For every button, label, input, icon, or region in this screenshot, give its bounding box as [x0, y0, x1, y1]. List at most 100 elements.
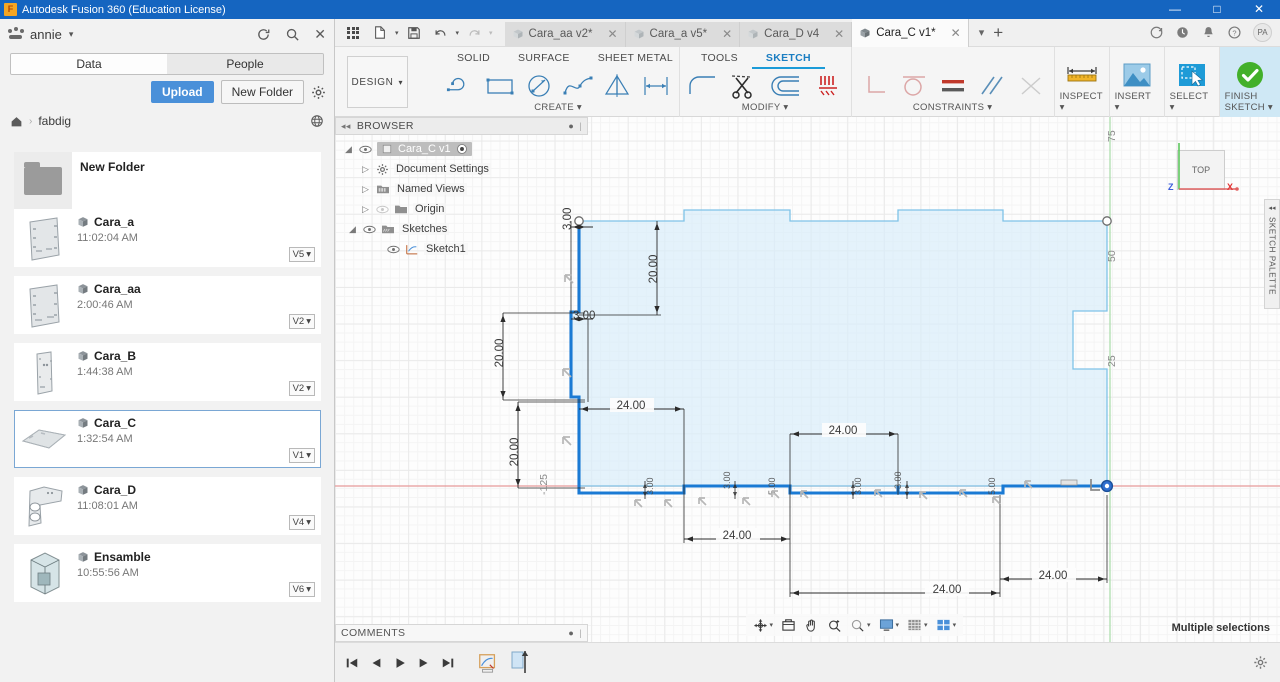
- browser-options-icon[interactable]: ●: [568, 121, 574, 131]
- comments-resize-handle[interactable]: |: [579, 628, 582, 638]
- ribbon-group-label-create[interactable]: CREATE ▾: [534, 102, 582, 117]
- tree-item-sketches[interactable]: ◢ Sketches: [339, 219, 588, 239]
- close-icon[interactable]: ✕: [941, 26, 961, 40]
- skip-start-icon[interactable]: [345, 656, 359, 670]
- tree-item-named-views[interactable]: ▷ Named Views: [339, 179, 588, 199]
- parallel-icon[interactable]: [974, 69, 1010, 103]
- hub-name[interactable]: annie: [30, 27, 62, 42]
- measure-icon[interactable]: [1060, 58, 1104, 92]
- navigation-bar[interactable]: ▾ ▾ ▾ ▾ ▾: [745, 614, 964, 636]
- list-item[interactable]: Cara_aa 2:00:46 AM V2 ▾: [14, 276, 321, 334]
- document-tab-active[interactable]: Cara_C v1* ✕: [852, 18, 969, 47]
- redo-caret[interactable]: ▾: [489, 29, 493, 37]
- project-icon[interactable]: [810, 69, 846, 103]
- display-settings-icon[interactable]: ▾: [876, 618, 903, 632]
- rectangle-icon[interactable]: [482, 69, 518, 103]
- design-workspace-button[interactable]: DESIGN ▾: [347, 56, 408, 108]
- expand-triangle-icon[interactable]: ▷: [360, 184, 371, 195]
- expand-triangle-icon[interactable]: ▷: [360, 204, 371, 215]
- trim-scissors-icon[interactable]: [724, 69, 760, 103]
- viewports-icon[interactable]: ▾: [933, 618, 960, 632]
- list-item[interactable]: Cara_B 1:44:38 AM V2 ▾: [14, 343, 321, 401]
- dimension-icon[interactable]: [638, 69, 674, 103]
- redo-icon[interactable]: [462, 21, 486, 45]
- expand-triangle-icon[interactable]: ◢: [347, 224, 358, 235]
- orbit-caret[interactable]: ▾: [770, 621, 774, 629]
- expand-triangle-icon[interactable]: ◢: [343, 144, 354, 155]
- browser-tree[interactable]: ◢ Cara_C v1 ▷ Document Settings ▷ Named …: [335, 135, 588, 259]
- sketch-palette-tab[interactable]: ◂◂ SKETCH PALETTE: [1264, 199, 1280, 309]
- list-item-new-folder[interactable]: New Folder: [14, 152, 321, 209]
- ribbon-group-finish-sketch[interactable]: FINISH SKETCH ▾: [1219, 47, 1280, 117]
- step-back-icon[interactable]: [369, 656, 383, 670]
- gear-icon[interactable]: [1253, 655, 1268, 670]
- file-caret[interactable]: ▾: [395, 29, 399, 37]
- file-icon[interactable]: [368, 21, 392, 45]
- select-cursor-icon[interactable]: [1170, 58, 1214, 92]
- close-icon[interactable]: ✕: [597, 27, 617, 41]
- refresh-icon[interactable]: [256, 27, 271, 42]
- zoom-window-caret[interactable]: ▾: [867, 621, 871, 629]
- ribbon-group-label-select[interactable]: SELECT ▾: [1170, 91, 1214, 117]
- version-badge[interactable]: V5 ▾: [288, 247, 315, 262]
- viewports-caret[interactable]: ▾: [953, 621, 957, 629]
- gear-icon[interactable]: [311, 85, 326, 100]
- view-cube[interactable]: TOP X Z: [1155, 137, 1255, 207]
- document-tab[interactable]: Cara_aa v2* ✕: [504, 21, 626, 47]
- visibility-eye-icon[interactable]: [387, 245, 400, 254]
- viewcube-home-icon[interactable]: [778, 618, 799, 632]
- maximize-button[interactable]: □: [1196, 0, 1238, 19]
- undo-icon[interactable]: [429, 21, 453, 45]
- search-icon[interactable]: [285, 27, 300, 42]
- undo-caret[interactable]: ▾: [456, 29, 460, 37]
- list-item[interactable]: Cara_a 11:02:04 AM V5 ▾: [14, 209, 321, 267]
- tree-item-document-settings[interactable]: ▷ Document Settings: [339, 159, 588, 179]
- tree-item-origin[interactable]: ▷ Origin: [339, 199, 588, 219]
- globe-icon[interactable]: [310, 114, 324, 128]
- visibility-eye-icon[interactable]: [359, 145, 372, 154]
- browser-resize-handle[interactable]: |: [579, 121, 582, 131]
- version-badge[interactable]: V1 ▾: [288, 448, 315, 463]
- tab-people[interactable]: People: [167, 54, 323, 74]
- step-forward-icon[interactable]: [417, 656, 431, 670]
- sketch-feature-icon[interactable]: [477, 652, 499, 674]
- offset-icon[interactable]: [763, 69, 807, 103]
- tree-item-sketch1[interactable]: Sketch1: [339, 239, 588, 259]
- version-badge[interactable]: V2 ▾: [288, 314, 315, 329]
- fillet-icon[interactable]: [685, 69, 721, 103]
- tree-item-cara-c[interactable]: ◢ Cara_C v1: [339, 139, 588, 159]
- grid-snap-caret[interactable]: ▾: [924, 621, 928, 629]
- perpendicular-icon[interactable]: [857, 69, 893, 103]
- collapse-icon[interactable]: ◂◂: [341, 121, 351, 132]
- ribbon-group-label-constraints[interactable]: CONSTRAINTS ▾: [913, 102, 992, 117]
- sketch-canvas[interactable]: 3.00 20.00 3.00 20.00 20.00 24.00 24.00 …: [335, 117, 1280, 642]
- list-item[interactable]: Cara_D 11:08:01 AM V4 ▾: [14, 477, 321, 535]
- list-item[interactable]: Ensamble 10:55:56 AM V6 ▾: [14, 544, 321, 602]
- midpoint-icon[interactable]: [1013, 69, 1049, 103]
- ribbon-group-label-modify[interactable]: MODIFY ▾: [742, 102, 789, 117]
- ribbon-group-label-finish-sketch[interactable]: FINISH SKETCH ▾: [1225, 91, 1275, 117]
- version-badge[interactable]: V2 ▾: [288, 381, 315, 396]
- green-check-icon[interactable]: [1228, 58, 1272, 92]
- close-icon[interactable]: ✕: [824, 27, 844, 41]
- avatar[interactable]: PA: [1253, 23, 1272, 42]
- hub-dropdown-caret[interactable]: ▾: [69, 29, 74, 40]
- circle-icon[interactable]: [521, 69, 557, 103]
- display-settings-caret[interactable]: ▾: [896, 621, 900, 629]
- close-icon[interactable]: ✕: [712, 27, 732, 41]
- zoom-plus-icon[interactable]: [824, 618, 845, 633]
- new-folder-button[interactable]: New Folder: [220, 80, 304, 104]
- pan-hand-icon[interactable]: [801, 618, 822, 633]
- comments-options-icon[interactable]: ●: [568, 628, 574, 638]
- save-icon[interactable]: [402, 21, 426, 45]
- document-tab[interactable]: Cara_a v5* ✕: [625, 21, 741, 47]
- ribbon-group-label-inspect[interactable]: INSPECT ▾: [1060, 91, 1104, 117]
- breadcrumb-folder[interactable]: fabdig: [38, 114, 71, 128]
- upload-button[interactable]: Upload: [150, 81, 214, 103]
- orbit-icon[interactable]: ▾: [750, 618, 777, 633]
- version-badge[interactable]: V6 ▾: [288, 582, 315, 597]
- comments-bar[interactable]: COMMENTS ● |: [335, 624, 588, 642]
- tab-data[interactable]: Data: [11, 54, 167, 74]
- version-badge[interactable]: V4 ▾: [288, 515, 315, 530]
- play-icon[interactable]: [393, 656, 407, 670]
